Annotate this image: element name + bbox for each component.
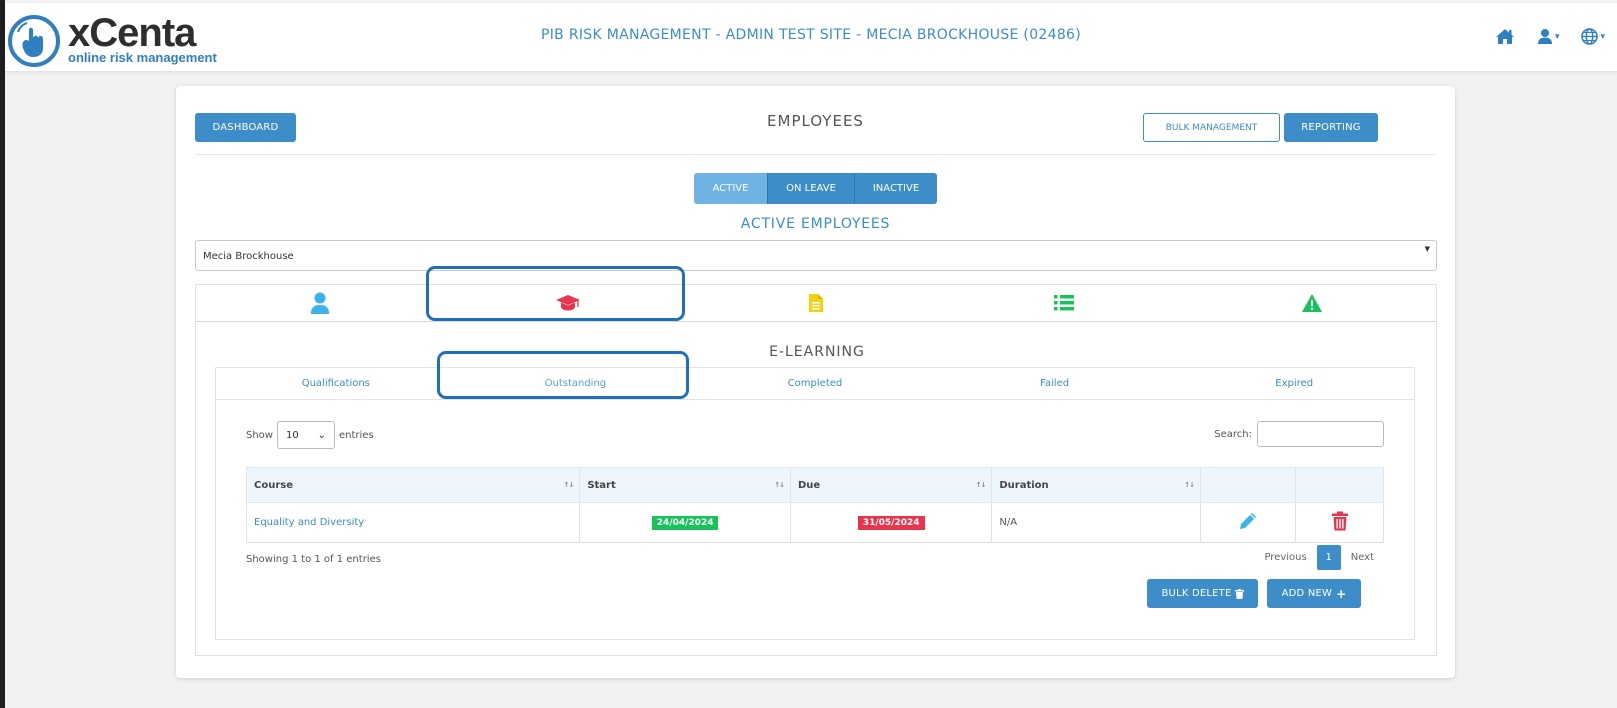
tab-personal-details[interactable]: [196, 285, 444, 321]
pencil-icon: [1239, 513, 1256, 529]
delete-button[interactable]: [1295, 502, 1384, 543]
entries-select[interactable]: 10 ⌄: [276, 421, 335, 449]
add-new-button[interactable]: ADD NEW +: [1267, 579, 1361, 608]
home-button[interactable]: [1495, 28, 1515, 45]
table-search: Search:: [1214, 421, 1384, 447]
tab-e-learning[interactable]: [444, 285, 692, 321]
e-learning-tabs: Qualifications Outstanding Completed Fai…: [215, 367, 1415, 400]
start-date-badge: 24/04/2024: [651, 515, 719, 530]
search-label: Search:: [1214, 428, 1252, 440]
bulk-delete-button[interactable]: BULK DELETE: [1147, 579, 1258, 608]
tab-on-leave[interactable]: ON LEAVE: [768, 173, 855, 204]
show-label: Show: [246, 429, 273, 441]
document-icon: [809, 294, 823, 312]
add-new-label: ADD NEW: [1281, 588, 1333, 599]
tab-qualifications[interactable]: Qualifications: [216, 368, 456, 399]
list-icon: [1054, 295, 1074, 311]
graduation-cap-icon: [556, 295, 580, 311]
section-subtitle: ACTIVE EMPLOYEES: [740, 216, 891, 232]
page-number-button[interactable]: 1: [1316, 545, 1341, 570]
user-icon: [311, 292, 329, 314]
tab-documents[interactable]: [692, 285, 940, 321]
chevron-down-icon: ▾: [1554, 31, 1560, 42]
courses-table-container: Show 10 ⌄ entries Search: Course ↑↓ Start…: [215, 400, 1415, 640]
window-edge: [0, 0, 5, 708]
page-length-control: Show 10 ⌄ entries: [246, 421, 374, 449]
courses-table: Course ↑↓ Start ↑↓ Due ↑↓ Duration ↑↓ Equali…: [245, 467, 1384, 543]
trash-icon: [1331, 511, 1348, 531]
duration-cell: N/A: [991, 502, 1201, 543]
column-header-course[interactable]: Course ↑↓: [245, 467, 581, 503]
language-menu-button[interactable]: ▾: [1581, 28, 1605, 45]
sort-icon: ↑↓: [563, 481, 575, 489]
table-row: Equality and Diversity 24/04/2024 31/05/…: [245, 502, 1384, 543]
employees-card: DASHBOARD EMPLOYEES BULK MANAGEMENT REPO…: [176, 86, 1455, 678]
tab-failed[interactable]: Failed: [935, 368, 1175, 399]
previous-page-link[interactable]: Previous: [1264, 552, 1306, 563]
divider: [195, 154, 1436, 155]
pagination: Previous 1 Next: [1264, 545, 1374, 570]
search-input[interactable]: [1257, 421, 1384, 447]
tab-completed[interactable]: Completed: [695, 368, 935, 399]
column-header-delete: [1295, 467, 1384, 503]
sort-icon: ↑↓: [1184, 481, 1195, 489]
column-header-start[interactable]: Start ↑↓: [579, 467, 791, 503]
edit-button[interactable]: [1199, 502, 1297, 543]
table-info: Showing 1 to 1 of 1 entries: [246, 554, 381, 565]
tab-expired[interactable]: Expired: [1174, 368, 1414, 399]
entries-select-value: 10: [285, 429, 299, 441]
tab-outstanding[interactable]: Outstanding: [456, 368, 696, 399]
next-page-link[interactable]: Next: [1351, 552, 1374, 563]
user-menu-button[interactable]: ▾: [1537, 28, 1560, 45]
home-icon: [1495, 29, 1514, 44]
panel-title: E-LEARNING: [769, 344, 865, 360]
warning-icon: [1302, 294, 1322, 312]
logo-tagline: online risk management: [68, 50, 217, 65]
column-header-due[interactable]: Due ↑↓: [789, 467, 993, 503]
tab-active[interactable]: ACTIVE: [694, 173, 768, 204]
course-link[interactable]: Equality and Diversity: [245, 502, 581, 543]
employee-select[interactable]: Mecia Brockhouse ▼: [195, 240, 1437, 271]
site-title: PIB RISK MANAGEMENT - ADMIN TEST SITE - …: [541, 27, 1081, 43]
due-date-cell: 31/05/2024: [789, 502, 993, 543]
bulk-delete-label: BULK DELETE: [1161, 588, 1232, 599]
sort-icon: ↑↓: [975, 481, 987, 489]
chevron-down-icon: ▾: [1600, 31, 1605, 42]
column-header-duration[interactable]: Duration ↑↓: [991, 467, 1201, 503]
employee-section-tabs: [195, 284, 1437, 322]
due-date-badge: 31/05/2024: [857, 515, 925, 530]
employee-select-value: Mecia Brockhouse: [203, 251, 294, 262]
globe-icon: [1581, 28, 1599, 45]
column-header-edit: [1199, 467, 1297, 503]
entries-label: entries: [338, 429, 374, 441]
reporting-button[interactable]: REPORTING: [1284, 113, 1378, 142]
employee-status-tabs: ACTIVE ON LEAVE INACTIVE: [694, 173, 937, 204]
plus-icon: +: [1336, 586, 1347, 601]
trash-icon: [1234, 588, 1244, 599]
tab-inactive[interactable]: INACTIVE: [855, 173, 937, 204]
top-navbar: xCenta online risk management PIB RISK M…: [5, 3, 1617, 72]
start-date-cell: 24/04/2024: [579, 502, 791, 543]
sort-icon: ↑↓: [774, 481, 785, 489]
bulk-management-button[interactable]: BULK MANAGEMENT: [1143, 113, 1280, 142]
chevron-down-icon: ⌄: [317, 429, 326, 441]
caret-down-icon: ▼: [1424, 245, 1430, 253]
tab-incidents[interactable]: [1188, 285, 1436, 321]
tab-checklist[interactable]: [940, 285, 1188, 321]
user-icon: [1537, 29, 1552, 44]
e-learning-panel: E-LEARNING Qualifications Outstanding Co…: [195, 322, 1437, 656]
